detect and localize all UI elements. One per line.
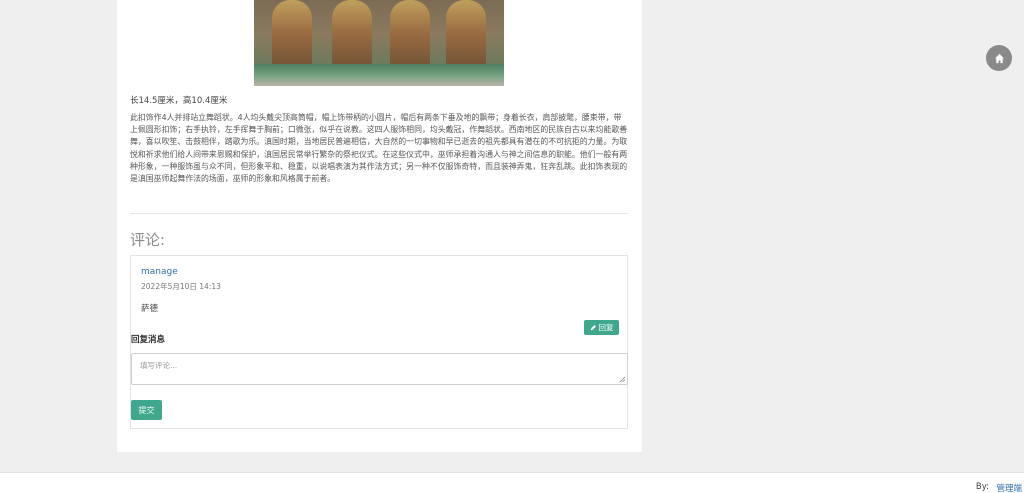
comment-date: 2022年5月10日 14:13 bbox=[141, 282, 221, 291]
resize-grip-icon[interactable] bbox=[619, 376, 625, 382]
home-button[interactable] bbox=[986, 45, 1012, 71]
reply-textarea[interactable]: 填写评论... bbox=[131, 353, 628, 385]
content-card: 长14.5厘米，高10.4厘米 此扣饰作4人并排站立舞蹈状。4人均头戴尖顶高筒帽… bbox=[117, 0, 642, 452]
reply-title: 回复消息 bbox=[131, 335, 166, 345]
divider bbox=[130, 213, 628, 214]
reply-placeholder: 填写评论... bbox=[140, 361, 178, 370]
comment-text: 萨德 bbox=[141, 304, 159, 314]
reply-button-label: 回复 bbox=[598, 323, 614, 332]
submit-button[interactable]: 提交 bbox=[131, 400, 162, 420]
comment-item: manage 2022年5月10日 14:13 萨德 回复 回复消息 填写评论.… bbox=[130, 255, 628, 429]
comment-user-link[interactable]: manage bbox=[141, 267, 178, 277]
artifact-size: 长14.5厘米，高10.4厘米 bbox=[130, 96, 228, 106]
comments-heading: 评论: bbox=[130, 231, 166, 249]
home-icon bbox=[994, 53, 1004, 63]
footer-by-label: By: bbox=[975, 482, 989, 492]
artifact-description: 此扣饰作4人并排站立舞蹈状。4人均头戴尖顶高筒帽，帽上饰带柄的小圆片，帽后有两条… bbox=[130, 113, 628, 184]
artifact-image bbox=[254, 0, 504, 86]
pencil-icon bbox=[590, 324, 597, 331]
admin-link[interactable]: 管理端 bbox=[996, 482, 1022, 493]
footer: By: 管理端 bbox=[0, 472, 1024, 493]
reply-button[interactable]: 回复 bbox=[584, 320, 619, 335]
